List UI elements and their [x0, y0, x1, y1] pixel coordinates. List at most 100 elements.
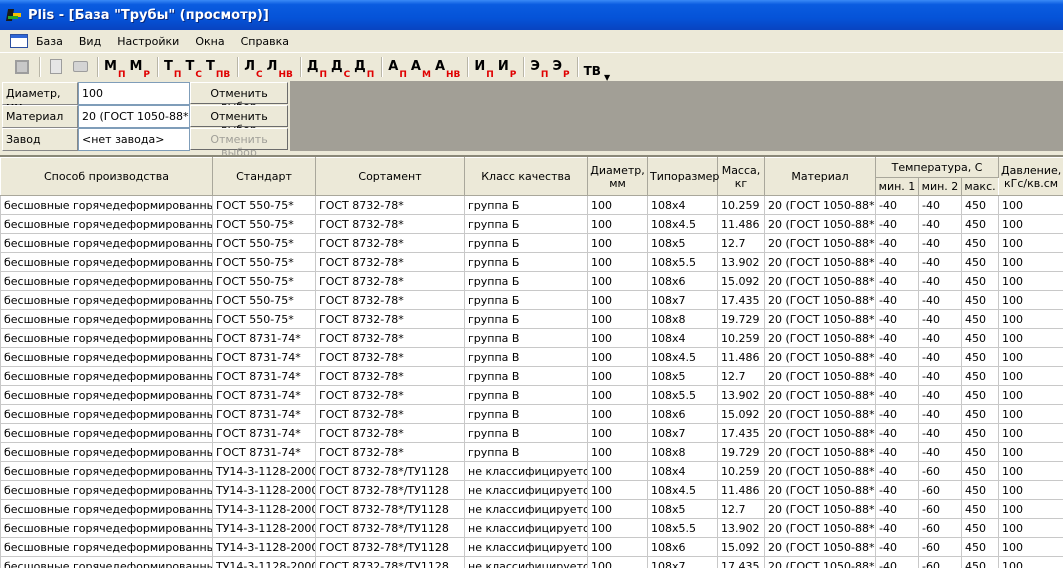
- toolbar-button[interactable]: ДС: [330, 56, 350, 80]
- col-header-standard[interactable]: Стандарт: [212, 157, 316, 196]
- cell-sortament: ГОСТ 8732-78*: [315, 290, 465, 310]
- table-row[interactable]: бесшовные горячедеформированные ТУ14-3-11…: [0, 537, 1063, 557]
- col-header-quality[interactable]: Класс качества: [464, 157, 588, 196]
- col-header-material[interactable]: Материал: [764, 157, 876, 196]
- material-field[interactable]: 20 (ГОСТ 1050-88*): [78, 105, 190, 128]
- cell-size: 108х8: [647, 309, 718, 329]
- save-disk-icon[interactable]: [12, 56, 32, 78]
- cell-quality: группа Б: [464, 309, 588, 329]
- pipes-table-container[interactable]: Способ производства Стандарт Сортамент К…: [0, 155, 1063, 568]
- toolbar-button[interactable]: ИП: [474, 56, 494, 80]
- col-header-tmin2[interactable]: мин. 2: [918, 177, 962, 196]
- col-header-temperature[interactable]: Температура, С: [874, 157, 1000, 178]
- diameter-field[interactable]: 100: [78, 82, 190, 105]
- cell-material: 20 (ГОСТ 1050-88*): [764, 385, 876, 405]
- toolbar-button[interactable]: МР: [129, 56, 150, 80]
- toolbar-button[interactable]: ЭР: [552, 56, 569, 80]
- title-bar[interactable]: Plis - [База "Трубы" (просмотр)]: [0, 0, 1063, 30]
- cell-quality: группа В: [464, 442, 588, 462]
- app-icon[interactable]: [5, 7, 22, 23]
- table-row[interactable]: бесшовные горячедеформированные ГОСТ 8731…: [0, 347, 1063, 367]
- menu-vid[interactable]: Вид: [79, 35, 101, 48]
- table-row[interactable]: бесшовные горячедеформированные ГОСТ 8731…: [0, 328, 1063, 348]
- toolbar-button[interactable]: ИР: [498, 56, 517, 80]
- menu-nastroyki[interactable]: Настройки: [117, 35, 179, 48]
- cell-tmin1: -40: [875, 499, 919, 519]
- toolbar-button-letter: А: [410, 58, 421, 74]
- table-row[interactable]: бесшовные горячедеформированные ГОСТ 550-…: [0, 290, 1063, 310]
- cell-mass: 13.902: [717, 518, 765, 538]
- table-row[interactable]: бесшовные горячедеформированные ТУ14-3-11…: [0, 480, 1063, 500]
- pipes-table: Способ производства Стандарт Сортамент К…: [0, 157, 1063, 568]
- toolbar-button[interactable]: АМ: [410, 56, 431, 80]
- col-header-sortament[interactable]: Сортамент: [315, 157, 465, 196]
- cell-size: 108х4: [647, 461, 718, 481]
- toolbar-button[interactable]: ЭП: [530, 56, 549, 80]
- toolbar-button[interactable]: А НВ: [435, 56, 460, 80]
- table-row[interactable]: бесшовные горячедеформированные ГОСТ 8731…: [0, 385, 1063, 405]
- toolbar-button[interactable]: Т ПВ: [206, 56, 230, 80]
- menu-spravka[interactable]: Справка: [241, 35, 289, 48]
- table-row[interactable]: бесшовные горячедеформированные ГОСТ 8731…: [0, 366, 1063, 386]
- col-header-pressure[interactable]: Давление, кГс/кв.см: [998, 157, 1063, 196]
- cell-tmax: 450: [960, 347, 1000, 367]
- material-clear-button[interactable]: Отменить выбор: [190, 105, 288, 136]
- cell-standard: ГОСТ 550-75*: [212, 195, 316, 215]
- plant-field[interactable]: <нет завода>: [78, 128, 190, 151]
- menu-okna[interactable]: Окна: [195, 35, 224, 48]
- cell-method: бесшовные горячедеформированные: [0, 518, 213, 538]
- plant-clear-button[interactable]: Отменить выбор: [190, 128, 288, 159]
- toolbar-button[interactable]: МП: [104, 56, 125, 80]
- print-preview-icon[interactable]: [46, 56, 66, 78]
- toolbar-button-subscript: П: [540, 69, 549, 80]
- toolbar-button-subscript: П: [486, 69, 494, 80]
- table-row[interactable]: бесшовные горячедеформированные ГОСТ 550-…: [0, 252, 1063, 272]
- cell-sortament: ГОСТ 8732-78*/ТУ1128: [315, 499, 465, 519]
- table-row[interactable]: бесшовные горячедеформированные ГОСТ 8731…: [0, 404, 1063, 424]
- cell-method: бесшовные горячедеформированные: [0, 404, 213, 424]
- table-row[interactable]: бесшовные горячедеформированные ГОСТ 550-…: [0, 214, 1063, 234]
- table-row[interactable]: бесшовные горячедеформированные ТУ14-3-11…: [0, 518, 1063, 538]
- toolbar-button[interactable]: АП: [388, 56, 407, 80]
- cell-mass: 19.729: [717, 309, 765, 329]
- cell-size: 108х5.5: [647, 518, 718, 538]
- col-header-mass[interactable]: Масса, кг: [717, 157, 765, 196]
- table-row[interactable]: бесшовные горячедеформированные ТУ14-3-11…: [0, 461, 1063, 481]
- table-row[interactable]: бесшовные горячедеформированные ГОСТ 8731…: [0, 423, 1063, 443]
- cell-tmax: 450: [960, 423, 1000, 443]
- cell-method: бесшовные горячедеформированные: [0, 366, 213, 386]
- table-row[interactable]: бесшовные горячедеформированные ГОСТ 550-…: [0, 195, 1063, 215]
- col-header-size[interactable]: Типоразмер: [647, 157, 719, 196]
- toolbar-button[interactable]: ДП: [354, 56, 374, 80]
- printer-icon[interactable]: [70, 56, 90, 78]
- toolbar-button[interactable]: ТП: [164, 56, 181, 80]
- toolbar-button[interactable]: Л НВ: [267, 56, 293, 80]
- cell-size: 108х5: [647, 233, 718, 253]
- col-header-method[interactable]: Способ производства: [0, 157, 213, 196]
- toolbar-button[interactable]: ДП: [307, 56, 327, 80]
- table-row[interactable]: бесшовные горячедеформированные ГОСТ 550-…: [0, 309, 1063, 329]
- toolbar-button[interactable]: ТС: [185, 56, 201, 80]
- toolbar-button[interactable]: ЛС: [244, 56, 262, 80]
- cell-sortament: ГОСТ 8732-78*: [315, 233, 465, 253]
- toolbar-button-letter: Д: [330, 58, 343, 74]
- table-row[interactable]: бесшовные горячедеформированные ТУ14-3-11…: [0, 499, 1063, 519]
- col-header-tmin1[interactable]: мин. 1: [875, 177, 919, 196]
- cell-method: бесшовные горячедеформированные: [0, 290, 213, 310]
- table-row[interactable]: бесшовные горячедеформированные ТУ14-3-11…: [0, 556, 1063, 568]
- tv-button[interactable]: ТВ ▼: [584, 56, 611, 82]
- cell-tmax: 450: [960, 366, 1000, 386]
- cell-pressure: 100: [998, 309, 1063, 329]
- diameter-clear-button[interactable]: Отменить выбор: [190, 82, 288, 113]
- cell-mass: 12.7: [717, 499, 765, 519]
- cell-material: 20 (ГОСТ 1050-88*): [764, 366, 876, 386]
- col-header-tmax[interactable]: макс.: [960, 177, 1000, 196]
- table-row[interactable]: бесшовные горячедеформированные ГОСТ 550-…: [0, 271, 1063, 291]
- cell-tmin2: -40: [918, 290, 962, 310]
- col-header-diameter[interactable]: Диаметр, мм: [587, 157, 648, 196]
- menu-baza[interactable]: База: [36, 35, 63, 48]
- cell-tmin1: -40: [875, 214, 919, 234]
- table-row[interactable]: бесшовные горячедеформированные ГОСТ 8731…: [0, 442, 1063, 462]
- table-row[interactable]: бесшовные горячедеформированные ГОСТ 550-…: [0, 233, 1063, 253]
- document-window-icon[interactable]: [10, 34, 28, 48]
